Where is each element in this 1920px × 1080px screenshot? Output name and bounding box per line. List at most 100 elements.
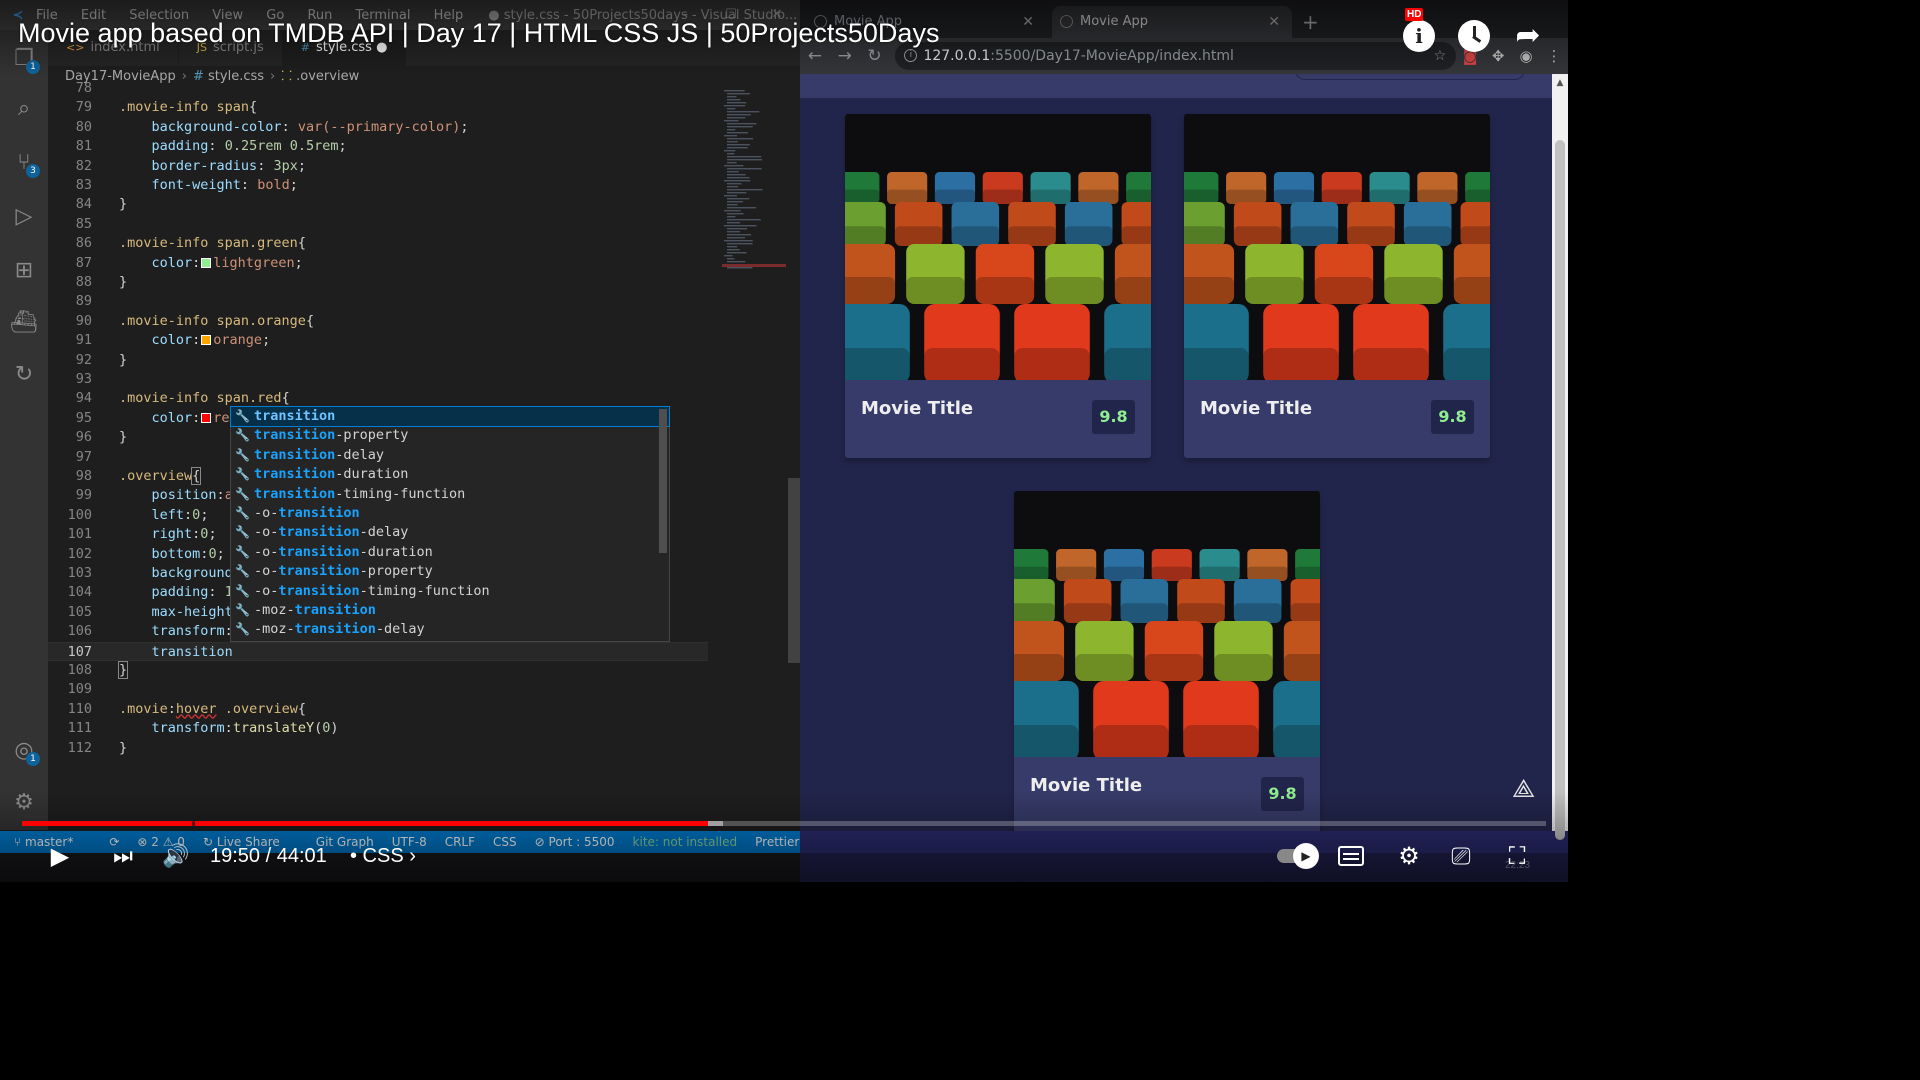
wrench-icon: 🔧 <box>235 544 250 559</box>
accounts-icon[interactable]: ◎ 1 <box>0 730 48 770</box>
suggestion-item[interactable]: 🔧 transition-property <box>231 426 669 445</box>
address-bar[interactable]: i 127.0.0.1:5500/Day17-MovieApp/index.ht… <box>895 42 1457 70</box>
movie-rating-badge: 9.8 <box>1092 400 1135 434</box>
extensions-puzzle-icon[interactable]: ✥ <box>1484 47 1512 65</box>
player-controls: ▶ ⏭ 🔊 19:50 / 44:01 • CSS › ▶ ⚙ ⎚ ⛶ <box>0 836 1568 876</box>
scroll-up-arrow-icon[interactable]: ▲ <box>1552 78 1568 88</box>
code-line: 112} <box>67 739 128 756</box>
code-line: 79 .movie-info span{ <box>75 99 258 116</box>
autoplay-toggle[interactable]: ▶ <box>1272 836 1319 876</box>
accounts-badge: 1 <box>26 752 40 766</box>
star-bookmark-icon[interactable]: ☆ <box>1434 42 1447 70</box>
docker-icon[interactable]: ⛴ <box>0 302 48 342</box>
wrench-icon: 🔧 <box>235 447 250 462</box>
movie-card[interactable]: Movie Title 9.8 <box>1184 114 1490 458</box>
exit-fullscreen-icon[interactable]: ⛶ <box>1500 836 1534 876</box>
browser-window: Movie App ✕ Movie App ✕ + ← → ↻ i 127.0.0.… <box>800 0 1568 882</box>
played-bar <box>22 821 708 826</box>
cast-icon[interactable]: ⎚ <box>1444 836 1478 876</box>
video-progress-bar[interactable] <box>22 821 1546 826</box>
suggestions-scrollbar[interactable] <box>659 409 667 553</box>
chapter-title[interactable]: • CSS › <box>350 836 416 876</box>
back-arrow-icon[interactable]: ← <box>800 46 830 66</box>
color-swatch-orange[interactable] <box>201 335 212 346</box>
color-swatch-lightgreen[interactable] <box>201 257 212 268</box>
next-video-icon[interactable]: ⏭ <box>106 836 140 876</box>
wrench-icon: 🔧 <box>235 622 250 637</box>
movie-card[interactable]: Movie Title 9.8 <box>1014 491 1320 831</box>
editor-scrollbar[interactable] <box>788 88 800 830</box>
suggestion-item[interactable]: 🔧 -o-transition-property <box>231 562 669 581</box>
code-line: 85 <box>75 215 92 232</box>
cinema-seats-graphic <box>845 114 1151 380</box>
current-code-line: 107 transition <box>48 641 708 661</box>
suggestion-item[interactable]: 🔧 transition <box>230 405 670 428</box>
browser-tab-active[interactable]: Movie App ✕ <box>1052 6 1292 38</box>
movie-title: Movie Title <box>1200 398 1313 419</box>
forward-arrow-icon[interactable]: → <box>830 46 860 66</box>
suggestion-item[interactable]: 🔧 -o-transition-duration <box>231 543 669 562</box>
video-title[interactable]: Movie app based on TMDB API | Day 17 | H… <box>18 18 939 49</box>
triangle-watermark-icon: ⟁ <box>1512 774 1536 804</box>
page-header <box>800 74 1552 98</box>
code-line: 83 font-weight: bold; <box>75 177 298 193</box>
live-share-icon[interactable]: ↻ <box>0 354 48 394</box>
code-line: 87 color: lightgreen; <box>75 254 303 271</box>
movie-title: Movie Title <box>861 398 974 419</box>
suggestion-item[interactable]: 🔧 transition-delay <box>231 446 669 465</box>
watch-later-clock-icon[interactable] <box>1458 20 1490 52</box>
info-icon[interactable]: i <box>1403 20 1435 52</box>
run-debug-icon[interactable]: ▷ <box>0 196 48 236</box>
subtitles-icon[interactable] <box>1334 836 1368 876</box>
suggestion-item[interactable]: 🔧 -moz-transition-delay <box>231 620 669 639</box>
movie-app-page: Movie Title 9.8 Movie Title 9.8 Movie Ti… <box>800 74 1552 831</box>
wrench-icon: 🔧 <box>235 583 250 598</box>
reload-icon[interactable]: ↻ <box>860 46 890 66</box>
wrench-icon: 🔧 <box>235 564 250 579</box>
code-line: 78 <box>75 80 92 96</box>
search-box-edge[interactable] <box>1295 74 1525 80</box>
minimap[interactable] <box>722 88 786 278</box>
explorer-badge: 1 <box>26 60 40 74</box>
code-line: 89 <box>75 293 92 310</box>
suggestion-item[interactable]: 🔧 -moz-transition <box>231 601 669 620</box>
autocomplete-suggestions[interactable]: 🔧 transition 🔧 transition-property 🔧 transiti… <box>230 405 670 642</box>
suggestion-item[interactable]: 🔧 -o-transition <box>231 504 669 523</box>
code-line: 110 .movie:hover .overview{ <box>67 700 306 717</box>
new-tab-icon[interactable]: + <box>1302 6 1319 38</box>
color-swatch-red[interactable] <box>201 412 212 423</box>
settings-gear-icon[interactable]: ⚙ <box>0 782 48 822</box>
play-icon[interactable]: ▶ <box>42 836 78 876</box>
movie-title: Movie Title <box>1030 775 1143 796</box>
movie-poster-image <box>845 114 1151 380</box>
code-line: 86 .movie-info span.green{ <box>75 235 306 252</box>
settings-gear-icon[interactable]: ⚙ <box>1392 836 1426 876</box>
page-scroll-thumb[interactable] <box>1555 140 1565 840</box>
suggestion-item[interactable]: 🔧 transition-timing-function <box>231 485 669 504</box>
site-info-icon[interactable]: i <box>904 49 918 62</box>
page-scrollbar[interactable]: ▲ <box>1552 74 1568 840</box>
search-icon[interactable]: ⌕ <box>0 88 48 128</box>
code-line: 109 <box>67 681 92 698</box>
code-line: 80 background-color: var(--primary-color… <box>75 118 469 135</box>
code-line: 91 color: orange; <box>75 332 271 349</box>
movie-card[interactable]: Movie Title 9.8 <box>845 114 1151 458</box>
wrench-icon: 🔧 <box>235 486 250 501</box>
close-tab-icon[interactable]: ✕ <box>1022 6 1034 38</box>
more-menu-icon[interactable]: ⋮ <box>1540 47 1568 65</box>
editor-scroll-thumb[interactable] <box>788 478 800 663</box>
close-tab-icon[interactable]: ✕ <box>1268 6 1280 38</box>
suggestion-item[interactable]: 🔧 transition-duration <box>231 465 669 484</box>
suggestion-item[interactable]: 🔧 -o-transition-timing-function <box>231 582 669 601</box>
extensions-icon[interactable]: ⊞ <box>0 250 48 290</box>
movie-info: Movie Title 9.8 <box>845 380 1151 458</box>
volume-icon[interactable]: 🔊 <box>156 836 196 876</box>
code-line: 93 <box>75 371 92 387</box>
code-line: 81 padding: 0.25rem 0.5rem; <box>75 138 347 155</box>
suggestion-item[interactable]: 🔧 -o-transition-delay <box>231 523 669 542</box>
share-arrow-icon[interactable]: ➦ <box>1512 20 1544 52</box>
source-control-icon[interactable]: ⑂ 3 <box>0 142 48 182</box>
code-line: 84} <box>75 196 128 213</box>
wrench-icon: 🔧 <box>235 505 250 520</box>
code-line: 108} <box>67 661 129 679</box>
